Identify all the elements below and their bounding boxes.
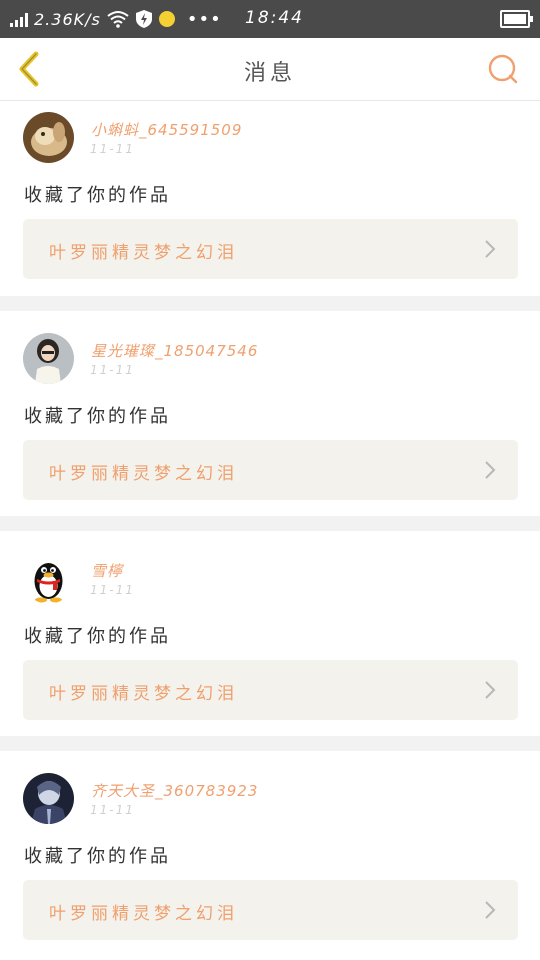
username[interactable]: 小蝌蚪_645591509 <box>91 119 242 140</box>
search-icon <box>488 54 518 84</box>
notification-dot-icon <box>158 11 175 27</box>
work-link[interactable]: 叶罗丽精灵梦之幻泪 <box>23 440 518 500</box>
chevron-right-icon <box>485 901 496 919</box>
avatar[interactable] <box>23 112 74 163</box>
username[interactable]: 星光璀璨_185047546 <box>91 340 258 361</box>
message-item: 雪檸 11-11 收藏了你的作品 叶罗丽精灵梦之幻泪 <box>0 531 540 736</box>
work-title: 叶罗丽精灵梦之幻泪 <box>49 464 238 484</box>
username[interactable]: 雪檸 <box>91 560 123 581</box>
username[interactable]: 齐天大圣_360783923 <box>91 780 258 801</box>
penguin-avatar-icon <box>23 553 74 604</box>
timestamp: 11-11 <box>90 142 135 156</box>
search-button[interactable] <box>486 52 520 86</box>
chevron-right-icon <box>485 461 496 479</box>
timestamp: 11-11 <box>90 583 135 597</box>
page-title: 消息 <box>243 61 296 86</box>
battery-icon <box>500 10 533 28</box>
action-text: 收藏了你的作品 <box>24 846 171 867</box>
timestamp: 11-11 <box>90 363 135 377</box>
action-text: 收藏了你的作品 <box>24 626 171 647</box>
avatar[interactable] <box>23 773 74 824</box>
avatar[interactable] <box>23 333 74 384</box>
divider <box>0 516 540 531</box>
chevron-right-icon <box>485 240 496 258</box>
work-title: 叶罗丽精灵梦之幻泪 <box>49 904 238 924</box>
divider <box>0 736 540 751</box>
wifi-icon <box>107 11 129 28</box>
timestamp: 11-11 <box>90 803 135 817</box>
network-speed: 2.36K/s <box>34 9 101 29</box>
work-link[interactable]: 叶罗丽精灵梦之幻泪 <box>23 219 518 279</box>
work-title: 叶罗丽精灵梦之幻泪 <box>49 243 238 263</box>
action-text: 收藏了你的作品 <box>24 185 171 206</box>
message-item: 齐天大圣_360783923 11-11 收藏了你的作品 叶罗丽精灵梦之幻泪 <box>0 751 540 956</box>
work-link[interactable]: 叶罗丽精灵梦之幻泪 <box>23 660 518 720</box>
status-left: 2.36K/s ••• <box>10 8 222 30</box>
divider <box>0 296 540 311</box>
more-dots: ••• <box>186 8 222 30</box>
avatar[interactable] <box>23 553 74 604</box>
work-link[interactable]: 叶罗丽精灵梦之幻泪 <box>23 880 518 940</box>
message-item: 小蝌蚪_645591509 11-11 收藏了你的作品 叶罗丽精灵梦之幻泪 <box>0 101 540 296</box>
action-text: 收藏了你的作品 <box>24 406 171 427</box>
chevron-right-icon <box>485 681 496 699</box>
work-title: 叶罗丽精灵梦之幻泪 <box>49 684 238 704</box>
status-bar: 2.36K/s ••• 18:44 <box>0 0 540 38</box>
message-list: 小蝌蚪_645591509 11-11 收藏了你的作品 叶罗丽精灵梦之幻泪 星光… <box>0 101 540 956</box>
clock: 18:44 <box>245 8 304 28</box>
navigation-bar: 消息 <box>0 38 540 101</box>
message-item: 星光璀璨_185047546 11-11 收藏了你的作品 叶罗丽精灵梦之幻泪 <box>0 311 540 516</box>
shield-icon <box>135 10 152 28</box>
signal-icon <box>10 11 28 27</box>
